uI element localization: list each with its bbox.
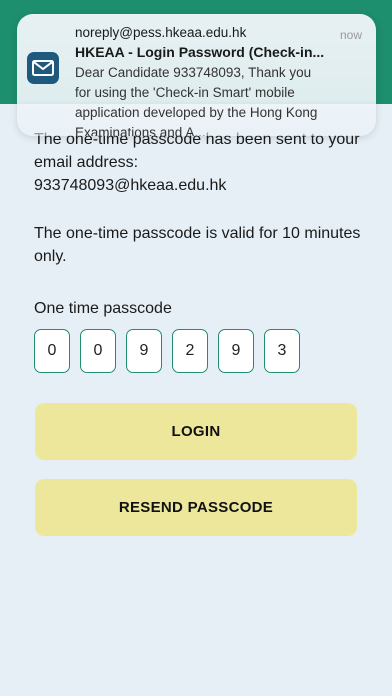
otp-digit-6[interactable]: 3 (264, 329, 300, 373)
mail-icon (27, 52, 59, 84)
validity-message: The one-time passcode is valid for 10 mi… (34, 225, 361, 265)
otp-input-group: 0 0 9 2 9 3 (34, 329, 364, 373)
notification-sender: noreply@pess.hkeaa.edu.hk (75, 25, 247, 40)
notification-body: Dear Candidate 933748093, Thank you for … (75, 65, 318, 136)
screen: The one-time passcode has been sent to y… (0, 0, 392, 696)
notification-subject: HKEAA - Login Password (Check-in... (75, 44, 325, 60)
otp-label: One time passcode (34, 300, 172, 317)
notification-time: now (339, 28, 362, 42)
resend-passcode-button[interactable]: RESEND PASSCODE (35, 479, 357, 536)
email-address: 933748093@hkeaa.edu.hk (34, 177, 227, 194)
passcode-sent-message: The one-time passcode has been sent to y… (34, 128, 364, 197)
otp-digit-5[interactable]: 9 (218, 329, 254, 373)
otp-digit-1[interactable]: 0 (34, 329, 70, 373)
passcode-sent-text: The one-time passcode has been sent to y… (34, 131, 360, 171)
login-button[interactable]: LOGIN (35, 403, 357, 460)
otp-digit-3[interactable]: 9 (126, 329, 162, 373)
otp-digit-2[interactable]: 0 (80, 329, 116, 373)
email-notification[interactable]: noreply@pess.hkeaa.edu.hk now HKEAA - Lo… (17, 14, 376, 136)
otp-digit-4[interactable]: 2 (172, 329, 208, 373)
